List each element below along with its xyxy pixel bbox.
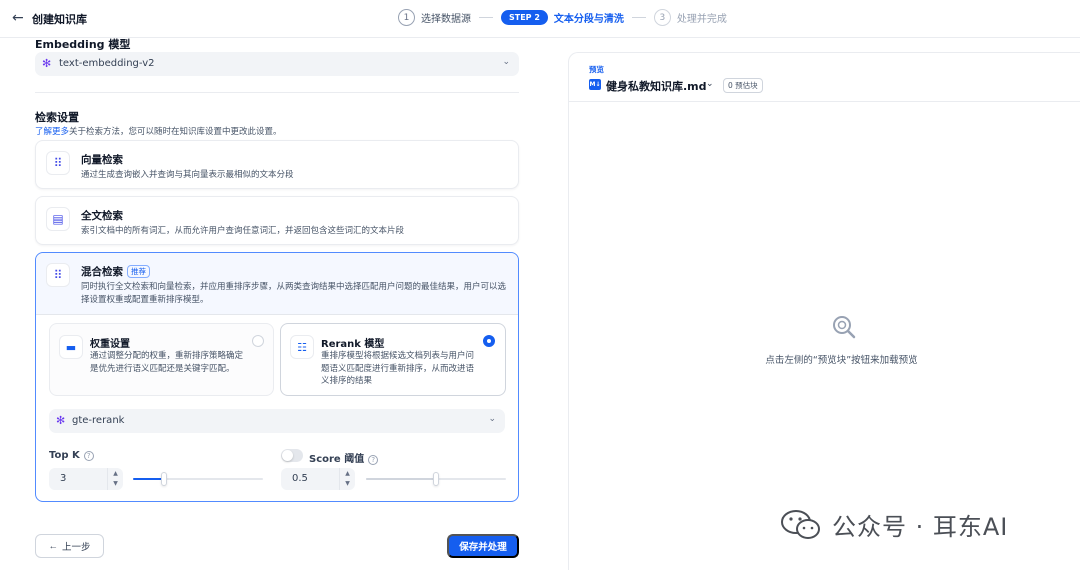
preview-header: 预览 M↓ 健身私教知识库.md ⌄ 0 预估块 — [569, 53, 1080, 102]
fulltext-search-title: 全文检索 — [81, 210, 123, 222]
sort-list-icon: ☷ — [290, 335, 314, 359]
topk-label: Top K? — [49, 450, 94, 461]
topk-label-text: Top K — [49, 450, 80, 461]
hint-text: 关于检索方法，您可以随时在知识库设置中更改此设置。 — [69, 127, 282, 137]
rerank-model-option[interactable]: ☷ Rerank 模型 重排序模型将根据候选文档列表与用户问 题语义匹配度进行重… — [280, 323, 506, 396]
weight-settings-option[interactable]: ▬ 权重设置 通过调整分配的权重，重新排序策略确定 是优先进行语义匹配还是关键字… — [49, 323, 274, 396]
weight-radio[interactable] — [252, 335, 264, 347]
rerank-model-value: gte-rerank — [72, 415, 125, 426]
weight-balance-icon: ▬ — [59, 335, 83, 359]
slider-thumb[interactable] — [161, 472, 168, 486]
step-1-number: 1 — [398, 9, 415, 26]
rerank-model-desc: 重排序模型将根据候选文档列表与用户问 题语义匹配度进行重新排序，从而改进语 义排… — [321, 350, 474, 388]
desc-line: 是优先进行语义匹配还是关键字匹配。 — [90, 363, 235, 374]
chunk-count-badge: 0 预估块 — [723, 78, 763, 93]
toggle-knob — [282, 450, 293, 461]
score-input[interactable]: 0.5 ▲ ▼ — [281, 468, 355, 490]
step-connector — [479, 17, 493, 18]
topk-input[interactable]: 3 ▲ ▼ — [49, 468, 123, 490]
score-label-text: Score 阈值 — [309, 454, 365, 465]
watermark: 公众号 · 耳东AI — [780, 507, 1008, 542]
vector-search-title: 向量检索 — [81, 154, 123, 166]
desc-line: 通过调整分配的权重，重新排序策略确定 — [90, 351, 244, 361]
step-connector — [631, 17, 646, 18]
arrow-left-icon: ← — [48, 540, 58, 552]
retrieval-hint: 了解更多关于检索方法，您可以随时在知识库设置中更改此设置。 — [35, 125, 282, 137]
chevron-down-icon[interactable]: ⌄ — [706, 79, 714, 89]
step-3-number: 3 — [653, 9, 671, 26]
back-arrow-icon[interactable]: ← — [12, 10, 24, 26]
stepper-arrows-icon[interactable]: ▲ ▼ — [339, 468, 355, 490]
model-logo-icon: ✻ — [42, 57, 52, 70]
step-2-badge: STEP 2 — [501, 10, 548, 25]
document-search-icon: ▤ — [46, 207, 70, 231]
help-icon[interactable]: ? — [368, 455, 379, 465]
vector-search-card[interactable]: ⠿ 向量检索 通过生成查询嵌入并查询与其向量表示最相似的文本分段 — [35, 140, 519, 189]
rerank-radio[interactable] — [483, 335, 495, 347]
stepper-arrows-icon[interactable]: ▲ ▼ — [107, 468, 123, 490]
model-logo-icon: ✻ — [56, 414, 66, 427]
hybrid-search-card[interactable]: ⠿ 混合检索 推荐 同时执行全文检索和向量检索，并应用重排序步骤，从两类查询结果中… — [35, 252, 519, 502]
slider-fill — [366, 478, 436, 480]
fulltext-search-card[interactable]: ▤ 全文检索 索引文档中的所有词汇，从而允许用户查询任意词汇，并返回包含这些词汇… — [35, 196, 519, 245]
prev-step-button[interactable]: ← 上一步 — [35, 534, 104, 558]
empty-preview-text: 点击左侧的“预览块”按钮来加载预览 — [765, 355, 918, 366]
score-slider[interactable] — [366, 472, 506, 486]
score-threshold-toggle[interactable] — [281, 449, 303, 462]
desc-line: 重排序模型将根据候选文档列表与用户问 — [321, 351, 475, 361]
embedding-model-select[interactable]: ✻ text-embedding-v2 ⌄ — [35, 52, 519, 76]
save-and-process-button[interactable]: 保存并处理 — [447, 534, 519, 558]
divider — [35, 92, 519, 93]
fulltext-search-desc: 索引文档中的所有词汇，从而允许用户查询任意词汇，并返回包含这些词汇的文本片段 — [81, 226, 405, 236]
step-2-label: 文本分段与清洗 — [553, 14, 624, 25]
preview-panel: 预览 M↓ 健身私教知识库.md ⌄ 0 预估块 点击左侧的“预览块”按钮来加载… — [568, 52, 1080, 570]
desc-line: 题语义匹配度进行重新排序，从而改进语 — [321, 363, 475, 374]
grid-icon: ⠿ — [46, 263, 70, 287]
rerank-model-select[interactable]: ✻ gte-rerank ⌄ — [49, 409, 505, 433]
weight-settings-title: 权重设置 — [90, 339, 130, 350]
chevron-down-icon: ⌄ — [488, 414, 496, 424]
step-3-label: 处理并完成 — [676, 14, 727, 25]
search-preview-icon — [833, 316, 856, 339]
wechat-logo-icon — [781, 509, 820, 539]
hybrid-title-text: 混合检索 — [81, 266, 123, 278]
topk-value: 3 — [60, 473, 67, 484]
settings-panel: Embedding 模型 ✻ text-embedding-v2 ⌄ 检索设置 … — [35, 38, 520, 570]
retrieval-title: 检索设置 — [35, 111, 79, 124]
grid-icon: ⠿ — [46, 151, 70, 175]
learn-more-link[interactable]: 了解更多 — [35, 127, 69, 137]
hybrid-search-desc: 同时执行全文检索和向量检索，并应用重排序步骤，从两类查询结果中选择匹配用户问题的… — [81, 282, 507, 305]
weight-settings-desc: 通过调整分配的权重，重新排序策略确定 是优先进行语义匹配还是关键字匹配。 — [90, 350, 243, 375]
score-value: 0.5 — [292, 473, 308, 484]
hybrid-search-title: 混合检索 推荐 — [81, 264, 150, 279]
page-title: 创建知识库 — [32, 13, 87, 26]
watermark-text: 公众号 · 耳东AI — [832, 513, 1009, 541]
markdown-icon: M↓ — [589, 79, 601, 90]
top-bar: ← 创建知识库 1 选择数据源 STEP 2 文本分段与清洗 3 处理并完成 — [0, 0, 1080, 38]
preview-label: 预览 — [589, 65, 604, 74]
vector-search-desc: 通过生成查询嵌入并查询与其向量表示最相似的文本分段 — [81, 170, 294, 180]
help-icon[interactable]: ? — [83, 451, 94, 461]
desc-line: 义排序的结果 — [321, 376, 373, 386]
prev-step-label: 上一步 — [61, 542, 91, 553]
embedding-model-value: text-embedding-v2 — [59, 58, 155, 69]
recommended-badge: 推荐 — [127, 265, 150, 278]
rerank-model-title: Rerank 模型 — [321, 339, 385, 350]
slider-thumb[interactable] — [433, 472, 439, 486]
embedding-title: Embedding 模型 — [35, 38, 131, 51]
slider-fill — [133, 478, 165, 480]
chevron-down-icon: ⌄ — [502, 57, 510, 67]
stepper: 1 选择数据源 STEP 2 文本分段与清洗 3 处理并完成 — [398, 9, 727, 26]
topk-slider[interactable] — [133, 472, 263, 486]
step-1-label: 选择数据源 — [421, 14, 471, 25]
document-name[interactable]: 健身私教知识库.md — [606, 78, 707, 94]
score-label: Score 阈值? — [309, 450, 379, 465]
